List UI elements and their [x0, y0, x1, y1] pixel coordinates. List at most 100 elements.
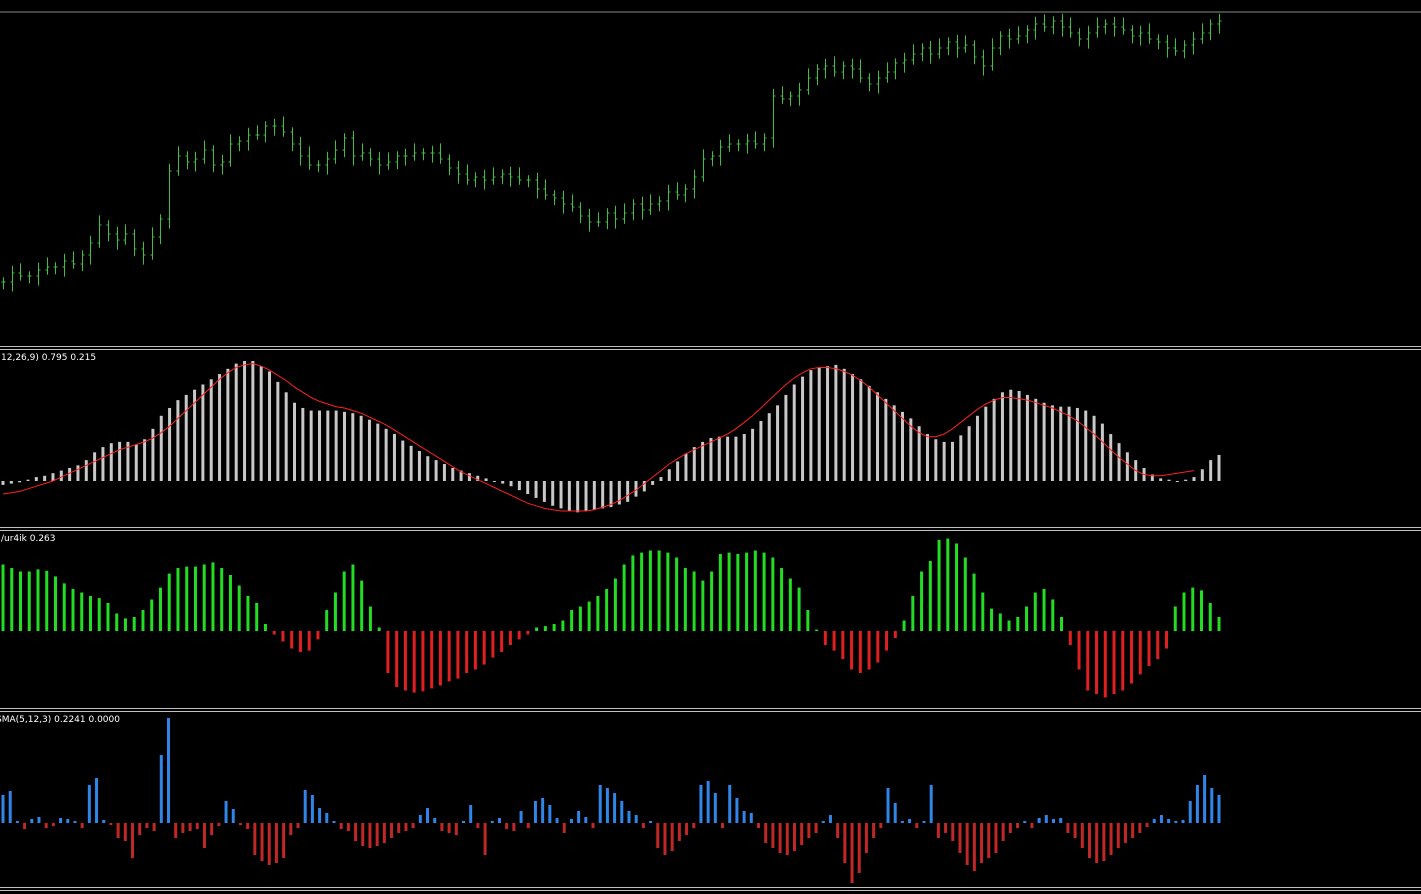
- macd-bar: [759, 421, 763, 481]
- macd-bar: [534, 481, 538, 498]
- sma-bar: [1195, 785, 1199, 823]
- macd-bar: [701, 441, 705, 481]
- macd-bar: [567, 481, 571, 511]
- sma-bar: [418, 815, 422, 823]
- sma-bar: [1044, 815, 1048, 823]
- macd-bar: [243, 361, 247, 481]
- macd-bar: [526, 481, 530, 495]
- macd-bar: [43, 475, 47, 481]
- sma-bar: [1087, 823, 1091, 858]
- macd-bar: [792, 384, 796, 481]
- oscillator-bar: [88, 596, 92, 631]
- sma-bar: [828, 815, 832, 823]
- oscillator-bar: [1130, 631, 1134, 684]
- macd-bar: [26, 479, 30, 481]
- sma-bar: [454, 823, 458, 835]
- sma-bar: [548, 805, 552, 823]
- sma-bar: [850, 823, 854, 883]
- macd-bar: [317, 410, 321, 481]
- sma-bar: [541, 798, 545, 823]
- sma-bar: [886, 788, 890, 823]
- macd-bar: [1209, 460, 1213, 481]
- macd-bar: [884, 398, 888, 481]
- sma-bar: [1138, 823, 1142, 833]
- sma-bar: [1030, 823, 1034, 828]
- oscillator-bar: [263, 624, 267, 631]
- sma-bar: [836, 823, 840, 838]
- sma-bar: [843, 823, 847, 863]
- sma-bar: [411, 823, 415, 828]
- macd-bar: [201, 384, 205, 481]
- oscillator-bar: [71, 589, 75, 631]
- sma-bar: [864, 823, 868, 853]
- oscillator-bar: [403, 631, 407, 691]
- oscillator-bar: [1, 564, 5, 631]
- oscillator-bar: [1200, 590, 1204, 631]
- sma-bar: [1174, 821, 1178, 823]
- macd-bar: [651, 481, 655, 485]
- sma-bar: [807, 823, 811, 838]
- sma-bar: [138, 823, 142, 835]
- oscillator-bar: [823, 631, 827, 645]
- oscillator-bar: [692, 571, 696, 631]
- oscillator-bar: [1068, 631, 1072, 645]
- sma-bar: [188, 823, 192, 831]
- sma-bar: [1131, 823, 1135, 838]
- oscillator-bar: [552, 624, 556, 631]
- sma-bar: [433, 818, 437, 823]
- sma-bar: [382, 823, 386, 843]
- sma-bar: [627, 811, 631, 823]
- sma-bar: [742, 811, 746, 823]
- sma-bar: [1116, 823, 1120, 848]
- oscillator-bar: [18, 571, 22, 631]
- sma-bar: [620, 801, 624, 823]
- sma-bar: [217, 823, 221, 826]
- macd-bar: [576, 481, 580, 513]
- sma-bar: [1217, 795, 1221, 823]
- trading-chart: 12,26,9) 0.795 0.215 /ur4ik 0.263 SMA(5,…: [0, 0, 1421, 894]
- oscillator-bar: [640, 552, 644, 631]
- macd-bar: [234, 363, 238, 481]
- sma-bar: [879, 823, 883, 828]
- oscillator-bar: [526, 631, 530, 635]
- macd-bar: [1100, 423, 1104, 481]
- oscillator-bar: [841, 631, 845, 659]
- oscillator-bar: [657, 550, 661, 631]
- oscillator-bar: [97, 598, 101, 631]
- oscillator-bar: [360, 580, 364, 631]
- sma-bar: [821, 821, 825, 823]
- oscillator-bar: [421, 631, 425, 692]
- oscillator-bar: [158, 587, 162, 631]
- macd-bar: [742, 434, 746, 481]
- macd-bar: [626, 481, 630, 502]
- oscillator-bar: [1138, 631, 1142, 675]
- oscillator-bar: [482, 631, 486, 665]
- oscillator-bar: [491, 631, 495, 658]
- sma-bar: [1073, 823, 1077, 838]
- sma-bar: [569, 819, 573, 823]
- macd-bar: [709, 437, 713, 481]
- sma-bar: [1023, 821, 1027, 823]
- sma-bar: [1052, 819, 1056, 823]
- macd-bar: [401, 440, 405, 481]
- macd-bar: [851, 374, 855, 481]
- macd-bar: [276, 381, 280, 481]
- sma-bar: [994, 823, 998, 853]
- sma-bar: [202, 823, 206, 848]
- oscillator-bar: [902, 620, 906, 631]
- macd-bar: [917, 426, 921, 481]
- oscillator-bar: [885, 631, 889, 651]
- sma-bar: [692, 823, 696, 828]
- sma-bar: [296, 823, 300, 828]
- macd-bar: [101, 447, 105, 481]
- sma-bar: [368, 823, 372, 848]
- sma-bar: [44, 823, 48, 828]
- oscillator-bar: [290, 631, 294, 649]
- macd-bar: [1075, 407, 1079, 481]
- macd-bar: [1042, 402, 1046, 481]
- oscillator-bar: [535, 627, 539, 631]
- oscillator-bar: [141, 610, 145, 631]
- oscillator-bar: [972, 573, 976, 631]
- oscillator-bar: [850, 631, 854, 670]
- sma-bar: [757, 823, 761, 828]
